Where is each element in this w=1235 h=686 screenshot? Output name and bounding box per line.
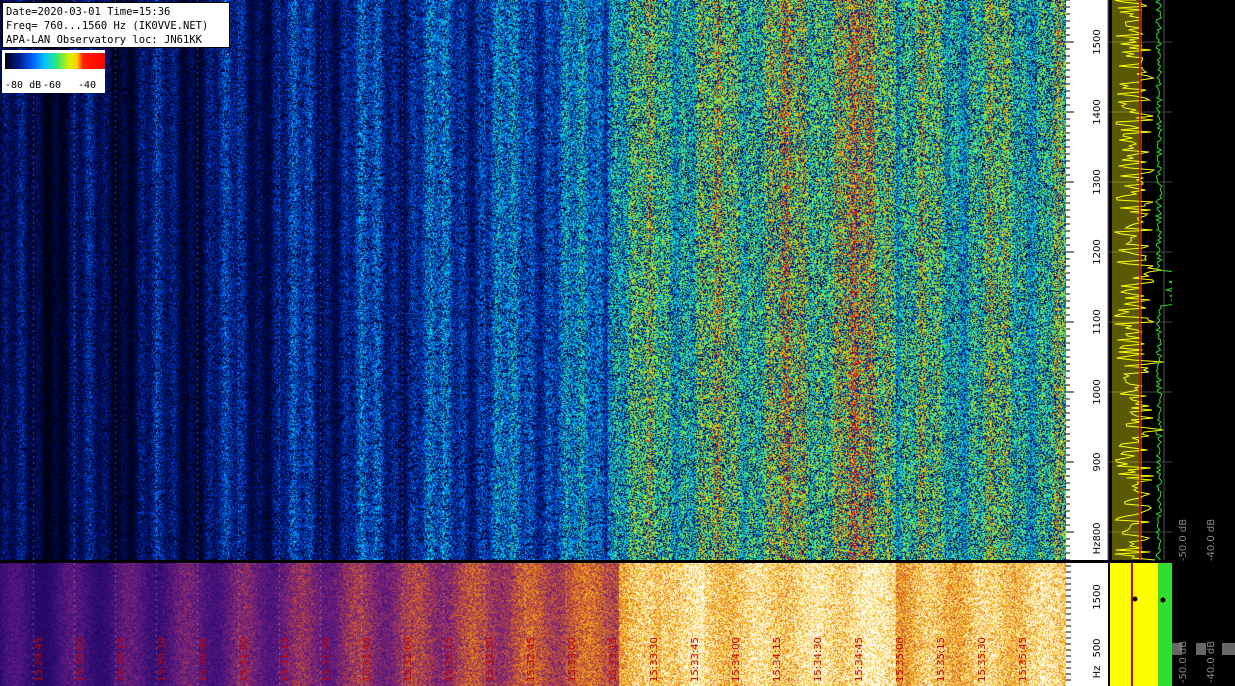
time-tick-label: 15:35:45: [1018, 637, 1029, 682]
info-observatory: APA-LAN Observatory loc: JN61KK: [6, 34, 202, 46]
top-axis-background: [1066, 0, 1108, 560]
info-frequency: Freq= 760...1560 Hz (IK0VVE.NET): [6, 20, 209, 32]
time-tick-label: 15:32:00: [403, 637, 414, 682]
time-tick-label: 15:30:00: [75, 637, 86, 682]
legend-label-max: -40: [78, 80, 97, 91]
bottom-spectrum-fill-yellow: [1110, 563, 1158, 686]
color-legend: -80 dB -60 -40: [2, 50, 105, 93]
bottom-freq-tick-label: 500: [1092, 638, 1103, 657]
time-tick-label: 15:35:00: [895, 637, 906, 682]
freq-tick-label: 1000: [1092, 379, 1103, 404]
time-tick-label: 15:35:30: [977, 637, 988, 682]
bottom-spectrum-fill-green: [1158, 563, 1172, 686]
time-tick-label: 15:31:00: [239, 637, 250, 682]
time-tick-label: 15:31:30: [321, 637, 332, 682]
spectrum-label-left: -50.0 dB: [1178, 519, 1189, 561]
bottom-spectrum-label-left: -50.0 dB: [1178, 641, 1189, 683]
time-tick-label: 15:29:45: [34, 637, 45, 682]
bottom-spectrum-label-right: -40.0 dB: [1206, 641, 1217, 683]
spectrum-label-right: -40.0 dB: [1206, 519, 1217, 561]
legend-label-min: -80 dB: [5, 80, 42, 91]
bottom-freq-tick-label: 1500: [1092, 584, 1103, 609]
time-tick-label: 15:34:15: [772, 637, 783, 682]
time-tick-label: 15:33:00: [567, 637, 578, 682]
freq-tick-label: 1100: [1092, 309, 1103, 334]
info-box: Date=2020-03-01 Time=15:36 Freq= 760...1…: [2, 2, 230, 48]
frequency-axis-panel: 800 900 1000 1100 1200 1300 1400 1500 Hz -50.0 dB…: [1066, 0, 1235, 686]
freq-tick-label: 800: [1092, 522, 1103, 541]
freq-tick-label: 1300: [1092, 169, 1103, 194]
time-tick-label: 15:33:45: [690, 637, 701, 682]
time-tick-label: 15:34:00: [731, 637, 742, 682]
bottom-freq-unit-label: Hz: [1092, 666, 1103, 679]
freq-tick-label: 1500: [1092, 29, 1103, 54]
time-tick-label: 15:30:30: [157, 637, 168, 682]
time-tick-label: 15:31:45: [362, 637, 373, 682]
freq-tick-label: 1400: [1092, 99, 1103, 124]
legend-label-mid: -60: [43, 80, 62, 91]
color-scale-bar: [5, 53, 105, 69]
time-tick-label: 15:34:30: [813, 637, 824, 682]
info-date-time: Date=2020-03-01 Time=15:36: [6, 6, 171, 18]
spectrogram-top: [0, 0, 1066, 560]
freq-tick-label: 900: [1092, 452, 1103, 471]
freq-tick-label: 1200: [1092, 239, 1103, 264]
time-tick-label: 15:30:45: [198, 637, 209, 682]
time-tick-label: 15:33:15: [608, 637, 619, 682]
time-tick-label: 15:34:45: [854, 637, 865, 682]
time-tick-label: 15:35:15: [936, 637, 947, 682]
time-tick-label: 15:32:15: [444, 637, 455, 682]
time-tick-label: 15:32:30: [485, 637, 496, 682]
time-tick-label: 15:31:15: [280, 637, 291, 682]
time-tick-label: 15:32:45: [526, 637, 537, 682]
time-tick-label: 15:30:15: [116, 637, 127, 682]
spectrum-fill-yellow: [1112, 0, 1142, 560]
time-tick-label: 15:33:30: [649, 637, 660, 682]
freq-unit-label: Hz: [1092, 542, 1103, 555]
